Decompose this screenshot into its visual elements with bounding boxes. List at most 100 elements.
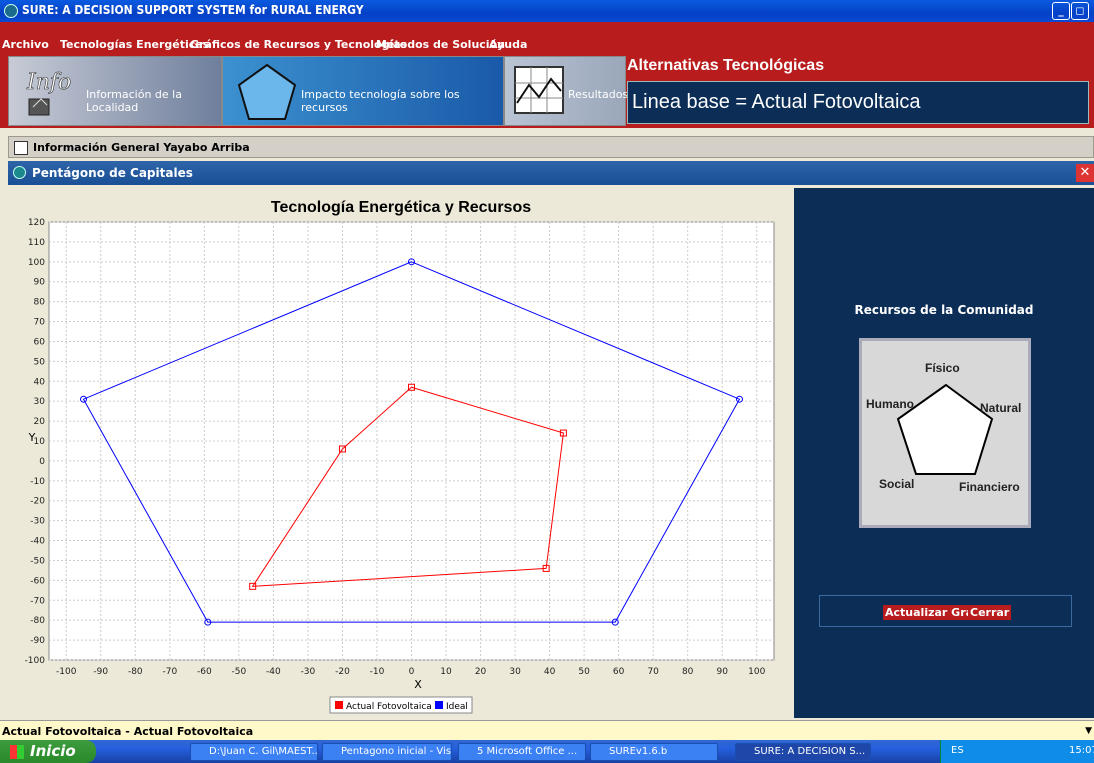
task-sure-window[interactable]: SURE: A DECISION S...	[735, 743, 871, 761]
x-tick-label: 70	[647, 667, 659, 677]
x-tick-label: 0	[409, 667, 415, 677]
resultados-label: Resultados	[568, 88, 629, 101]
x-tick-label: 20	[475, 667, 487, 677]
y-tick-label: 20	[34, 417, 46, 427]
y-tick-label: -80	[30, 616, 45, 626]
menu-metodos[interactable]: Métodos de Solución	[376, 38, 505, 51]
y-tick-label: 30	[34, 397, 46, 407]
cerrar-button[interactable]: Cerrar	[968, 605, 1012, 620]
y-tick-label: -30	[30, 517, 45, 527]
label-humano: Humano	[866, 397, 914, 411]
y-tick-label: 60	[34, 337, 46, 347]
x-tick-label: 60	[613, 667, 625, 677]
legend-label: Ideal	[446, 702, 468, 712]
x-tick-label: -90	[93, 667, 108, 677]
task-explorer[interactable]: D:\Juan C. Gil\MAEST...	[190, 743, 318, 761]
legend-label: Actual Fotovoltaica	[346, 702, 432, 712]
window-title-bar[interactable]: SURE: A DECISION SUPPORT SYSTEM for RURA…	[0, 0, 1094, 22]
task-visio[interactable]: Pentagono inicial - Vis...	[322, 743, 452, 761]
x-tick-label: 50	[578, 667, 590, 677]
start-label: Inicio	[30, 742, 76, 760]
y-tick-label: 110	[28, 238, 45, 248]
alternative-selector[interactable]: Actual Fotovoltaica - Actual Fotovoltaic…	[0, 720, 1094, 741]
label-fisico: Físico	[925, 361, 960, 375]
resultados-button[interactable]: Resultados	[504, 56, 629, 126]
label-natural: Natural	[980, 401, 1022, 415]
x-axis-label: X	[414, 678, 422, 691]
y-tick-label: 40	[34, 377, 46, 387]
x-tick-label: -20	[335, 667, 350, 677]
svg-text:Info: Info	[26, 70, 71, 95]
info-general-title: Información General Yayabo Arriba	[33, 141, 250, 154]
x-tick-label: -80	[128, 667, 143, 677]
y-tick-label: 50	[34, 357, 46, 367]
info-general-frame[interactable]: Información General Yayabo Arriba	[8, 136, 1094, 158]
window-title: SURE: A DECISION SUPPORT SYSTEM for RURA…	[22, 3, 364, 17]
y-tick-label: -50	[30, 556, 45, 566]
language-indicator[interactable]: ES	[951, 745, 964, 756]
system-tray: ES 15:07	[940, 740, 1094, 763]
legend-swatch	[435, 701, 443, 709]
resources-diagram: Físico Humano Natural Social Financiero	[859, 338, 1031, 528]
menu-bar: Archivo Tecnologías Energéticas Gráficos…	[0, 22, 1094, 54]
info-localidad-button[interactable]: Info Información de la Localidad	[8, 56, 222, 126]
start-button[interactable]: Inicio	[0, 740, 96, 763]
menu-archivo[interactable]: Archivo	[2, 38, 49, 51]
menu-ayuda[interactable]: Ayuda	[489, 38, 527, 51]
x-tick-label: -40	[266, 667, 281, 677]
frame-icon	[14, 141, 28, 155]
baseline-text: Linea base = Actual Fotovoltaica	[632, 91, 921, 113]
y-tick-label: -10	[30, 477, 45, 487]
close-icon[interactable]: ✕	[1076, 164, 1094, 182]
x-tick-label: -30	[301, 667, 316, 677]
task-sure-console[interactable]: SUREv1.6.b	[590, 743, 718, 761]
task-office[interactable]: 5 Microsoft Office ...	[458, 743, 586, 761]
x-tick-label: 100	[748, 667, 765, 677]
y-tick-label: -90	[30, 636, 45, 646]
maximize-button[interactable]: ◻	[1071, 2, 1089, 20]
pentagon-frame-title-bar[interactable]: Pentágono de Capitales	[8, 161, 1094, 185]
y-tick-label: -70	[30, 596, 45, 606]
legend-swatch	[335, 701, 343, 709]
pentagon-frame-title: Pentágono de Capitales	[32, 166, 193, 180]
y-tick-label: 90	[34, 278, 46, 288]
impacto-button[interactable]: Impacto tecnología sobre los recursos	[222, 56, 504, 126]
chevron-down-icon[interactable]: ▼	[1085, 726, 1092, 736]
info-icon: Info	[26, 70, 72, 116]
info-localidad-label: Información de la Localidad	[86, 88, 182, 114]
y-tick-label: -20	[30, 497, 45, 507]
pentagon-chart: -100 -90 -80 -70 -60 -50 -40 -30 -20 -10 0 10 20 30 40…	[25, 199, 775, 714]
impacto-label: Impacto tecnología sobre los recursos	[301, 88, 460, 114]
y-tick-label: -100	[25, 656, 46, 666]
y-tick-label: 0	[39, 457, 45, 467]
chart-panel: -100 -90 -80 -70 -60 -50 -40 -30 -20 -10 0 10 20 30 40…	[12, 188, 789, 718]
clock: 15:07	[1069, 745, 1094, 756]
label-social: Social	[879, 477, 915, 491]
x-tick-label: 90	[716, 667, 728, 677]
menu-tecnologias[interactable]: Tecnologías Energéticas	[60, 38, 209, 51]
app-icon	[4, 4, 18, 18]
minimize-button[interactable]: _	[1052, 2, 1070, 20]
y-tick-label: 100	[28, 258, 45, 268]
x-tick-label: -100	[56, 667, 77, 677]
frame-app-icon	[13, 166, 26, 179]
resources-title: Recursos de la Comunidad	[854, 303, 1034, 317]
baseline-box: Linea base = Actual Fotovoltaica	[627, 81, 1089, 124]
y-tick-label: 120	[28, 218, 45, 228]
x-tick-label: 30	[509, 667, 521, 677]
y-tick-label: 80	[34, 298, 46, 308]
y-tick-label: -60	[30, 576, 45, 586]
x-tick-label: 40	[544, 667, 556, 677]
y-tick-label: 70	[34, 318, 46, 328]
menu-graficos[interactable]: Gráficos de Recursos y Tecnologías	[190, 38, 407, 51]
alternatives-title: Alternativas Tecnológicas	[627, 57, 825, 74]
label-financiero: Financiero	[959, 480, 1020, 494]
x-tick-label: 10	[440, 667, 452, 677]
x-tick-label: -10	[370, 667, 385, 677]
y-tick-label: -40	[30, 537, 45, 547]
alternative-selector-value: Actual Fotovoltaica - Actual Fotovoltaic…	[2, 725, 254, 738]
x-tick-label: -60	[197, 667, 212, 677]
chart-title: Tecnología Energética y Recursos	[271, 199, 531, 216]
x-tick-label: 80	[682, 667, 694, 677]
y-axis-label: Y	[28, 431, 36, 444]
